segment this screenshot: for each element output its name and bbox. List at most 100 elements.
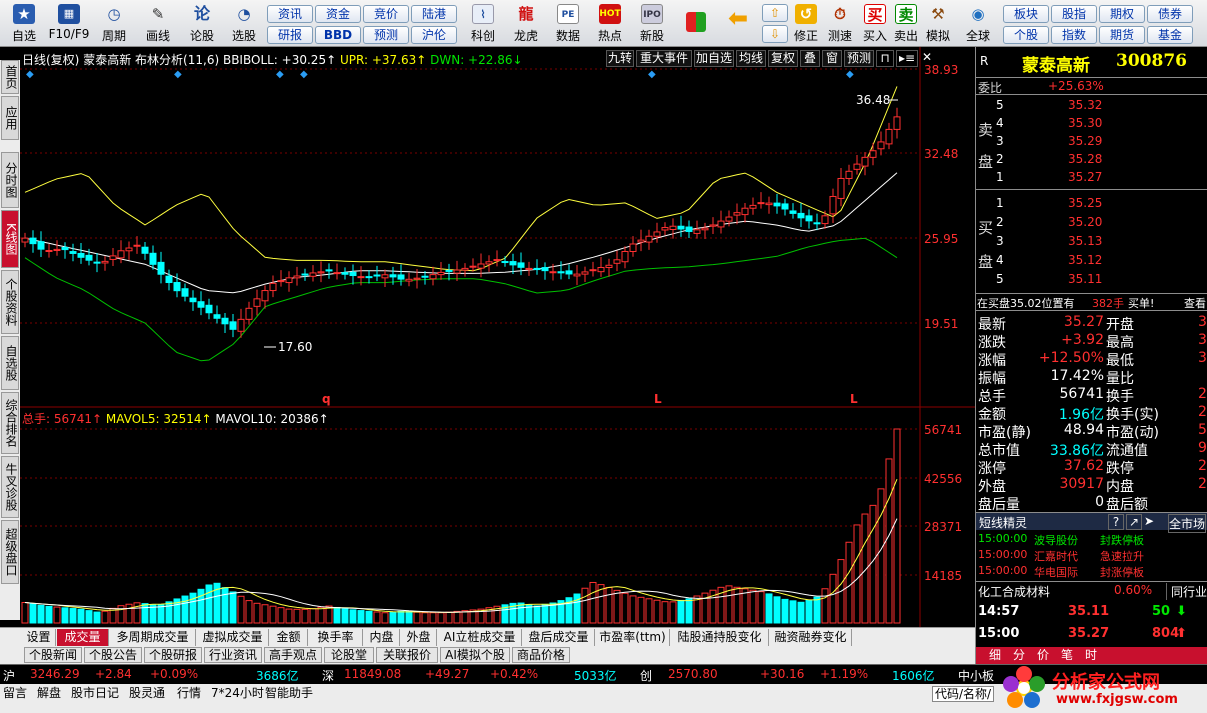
buy-row[interactable]: 1 35.25 bbox=[976, 195, 1207, 213]
info-tab-4[interactable]: 高手观点 bbox=[264, 647, 322, 663]
sell-row[interactable]: 5 35.32 bbox=[976, 97, 1207, 115]
kline-chart-area[interactable]: 38.93 32.48 25.95 19.51 56741 42556 28371 14185… bbox=[20, 47, 975, 627]
fund-button[interactable]: 资金 bbox=[315, 5, 361, 23]
expand-icon[interactable]: ↗ bbox=[1126, 514, 1142, 530]
status-item-4[interactable]: 行情 bbox=[177, 686, 201, 700]
stock-button[interactable]: 个股 bbox=[1003, 26, 1049, 44]
right-tab-3[interactable]: 笔 bbox=[1056, 647, 1078, 663]
same-industry-button[interactable]: 同行业 bbox=[1166, 583, 1207, 600]
sz-index[interactable]: 11849.08 bbox=[344, 667, 401, 681]
cy-index[interactable]: 2570.80 bbox=[668, 667, 718, 681]
sell-button[interactable]: 卖卖出 bbox=[891, 2, 921, 46]
buy-button[interactable]: 买买入 bbox=[860, 2, 890, 46]
status-item-6[interactable]: 智能助手 bbox=[265, 686, 313, 700]
sme-label[interactable]: 中小板 bbox=[958, 667, 994, 684]
indicator-tab-2[interactable]: 多周期成交量 bbox=[110, 629, 196, 646]
info-tab-5[interactable]: 论股堂 bbox=[324, 647, 374, 663]
correct-button[interactable]: ↺ 修正 bbox=[790, 2, 822, 46]
sector-button[interactable]: 板块 bbox=[1003, 5, 1049, 23]
indicator-tab-7[interactable]: 外盘 bbox=[401, 629, 437, 646]
info-tab-3[interactable]: 行业资讯 bbox=[204, 647, 262, 663]
chart-btn-3[interactable]: 均线 bbox=[736, 50, 766, 67]
status-item-2[interactable]: 股市日记 bbox=[71, 686, 119, 700]
sh-london-button[interactable]: 沪伦 bbox=[411, 26, 457, 44]
tab-home[interactable]: 首页 bbox=[1, 60, 19, 94]
chart-btn-5[interactable]: 叠 bbox=[800, 50, 820, 67]
news-button[interactable]: 资讯 bbox=[267, 5, 313, 23]
indicator-tab-5[interactable]: 换手率 bbox=[309, 629, 363, 646]
simulate-button[interactable]: ⚒ 模拟 bbox=[922, 2, 954, 46]
forecast-button[interactable]: 预测 bbox=[363, 26, 409, 44]
chart-btn-4[interactable]: 复权 bbox=[768, 50, 798, 67]
arrow-down-button[interactable]: ⇩ bbox=[762, 25, 788, 43]
tab-watchlist[interactable]: 自选股 bbox=[1, 336, 19, 390]
info-tab-7[interactable]: AI模拟个股 bbox=[440, 647, 510, 663]
buy-row[interactable]: 2 35.20 bbox=[976, 214, 1207, 232]
right-tab-0[interactable]: 细 bbox=[984, 647, 1006, 663]
buy-row[interactable]: 4 35.12 bbox=[976, 252, 1207, 270]
buy-row[interactable]: 5 35.11 bbox=[976, 271, 1207, 289]
right-tab-2[interactable]: 价 bbox=[1032, 647, 1054, 663]
lock-icon[interactable]: ⊓ bbox=[876, 50, 894, 67]
star-market-button[interactable]: ⌇ 科创 bbox=[462, 2, 504, 46]
status-item-5[interactable]: 7*24小时 bbox=[211, 686, 264, 700]
tab-diagnosis[interactable]: 牛叉诊股 bbox=[1, 456, 19, 518]
draw-line-button[interactable]: ✎ 画线 bbox=[138, 2, 178, 46]
info-tab-1[interactable]: 个股公告 bbox=[84, 647, 142, 663]
kline-svg[interactable]: 38.9332.4825.9519.5156741425562837114185… bbox=[20, 47, 975, 627]
sell-row[interactable]: 3 35.29 bbox=[976, 133, 1207, 151]
indicator-tab-0[interactable]: 设置 bbox=[22, 629, 56, 646]
funds-button[interactable]: 基金 bbox=[1147, 26, 1193, 44]
status-item-3[interactable]: 股灵通 bbox=[129, 686, 165, 700]
speed-test-button[interactable]: ⏱ 测速 bbox=[824, 2, 856, 46]
info-tab-2[interactable]: 个股研报 bbox=[144, 647, 202, 663]
notice-view-button[interactable]: 查看 bbox=[1184, 295, 1206, 311]
discuss-button[interactable]: 论论股 bbox=[182, 2, 222, 46]
f10-button[interactable]: ▦ F10/F9 bbox=[48, 2, 90, 46]
bbd-button[interactable]: BBD bbox=[315, 26, 361, 44]
chart-btn-1[interactable]: 重大事件 bbox=[636, 50, 692, 67]
status-item-1[interactable]: 解盘 bbox=[37, 686, 61, 700]
report-button[interactable]: 研报 bbox=[267, 26, 313, 44]
chart-btn-7[interactable]: 预测 bbox=[844, 50, 874, 67]
help-icon[interactable]: ? bbox=[1108, 514, 1124, 530]
right-tab-1[interactable]: 分 bbox=[1008, 647, 1030, 663]
menu-arrow-icon[interactable]: ▸≡ bbox=[896, 50, 918, 67]
chart-btn-6[interactable]: 窗 bbox=[822, 50, 842, 67]
jingling-item[interactable]: 15:00:00 华电国际 封涨停板 bbox=[976, 563, 1207, 581]
bonds-button[interactable]: 债券 bbox=[1147, 5, 1193, 23]
info-tab-8[interactable]: 商品价格 bbox=[512, 647, 570, 663]
indicator-tab-9[interactable]: 盘后成交量 bbox=[523, 629, 595, 646]
auction-button[interactable]: 竞价 bbox=[363, 5, 409, 23]
options-button[interactable]: 期权 bbox=[1099, 5, 1145, 23]
sh-index[interactable]: 3246.29 bbox=[30, 667, 80, 681]
indicator-tab-12[interactable]: 融资融券变化 bbox=[770, 629, 852, 646]
sell-row[interactable]: 4 35.30 bbox=[976, 115, 1207, 133]
info-tab-0[interactable]: 个股新闻 bbox=[24, 647, 82, 663]
indicator-tab-11[interactable]: 陆股通持股变化 bbox=[671, 629, 769, 646]
global-button[interactable]: ◉ 全球 bbox=[958, 2, 998, 46]
indicator-tab-1[interactable]: 成交量 bbox=[57, 629, 109, 646]
layout-button[interactable] bbox=[680, 2, 712, 46]
arrow-up-button[interactable]: ⇧ bbox=[762, 4, 788, 22]
ipo-button[interactable]: IPO 新股 bbox=[632, 2, 672, 46]
hk-connect-button[interactable]: 陆港 bbox=[411, 5, 457, 23]
indicator-tab-3[interactable]: 虚拟成交量 bbox=[197, 629, 269, 646]
right-tab-4[interactable]: 时 bbox=[1080, 647, 1102, 663]
tab-ranking[interactable]: 综合排名 bbox=[1, 392, 19, 454]
sell-row[interactable]: 1 35.27 bbox=[976, 169, 1207, 187]
tab-intraday[interactable]: 分时图 bbox=[1, 152, 19, 208]
chart-btn-0[interactable]: 九转 bbox=[606, 50, 634, 67]
stock-select-button[interactable]: ◔ 选股 bbox=[224, 2, 264, 46]
indicator-tab-8[interactable]: AI立桩成交量 bbox=[438, 629, 522, 646]
info-tab-6[interactable]: 关联报价 bbox=[376, 647, 438, 663]
period-button[interactable]: ◷ 周期 bbox=[94, 2, 134, 46]
indicator-tab-6[interactable]: 内盘 bbox=[364, 629, 400, 646]
close-icon[interactable]: ✕ bbox=[920, 50, 934, 67]
status-item-0[interactable]: 留言 bbox=[3, 686, 27, 700]
data-button[interactable]: PE 数据 bbox=[548, 2, 588, 46]
order-notice-row[interactable]: 在买盘35.02位置有 382手 买单! 查看 bbox=[976, 293, 1207, 311]
futures-button[interactable]: 期货 bbox=[1099, 26, 1145, 44]
indicator-tab-10[interactable]: 市盈率(ttm) bbox=[596, 629, 670, 646]
tab-kline[interactable]: K线图 bbox=[1, 210, 19, 268]
